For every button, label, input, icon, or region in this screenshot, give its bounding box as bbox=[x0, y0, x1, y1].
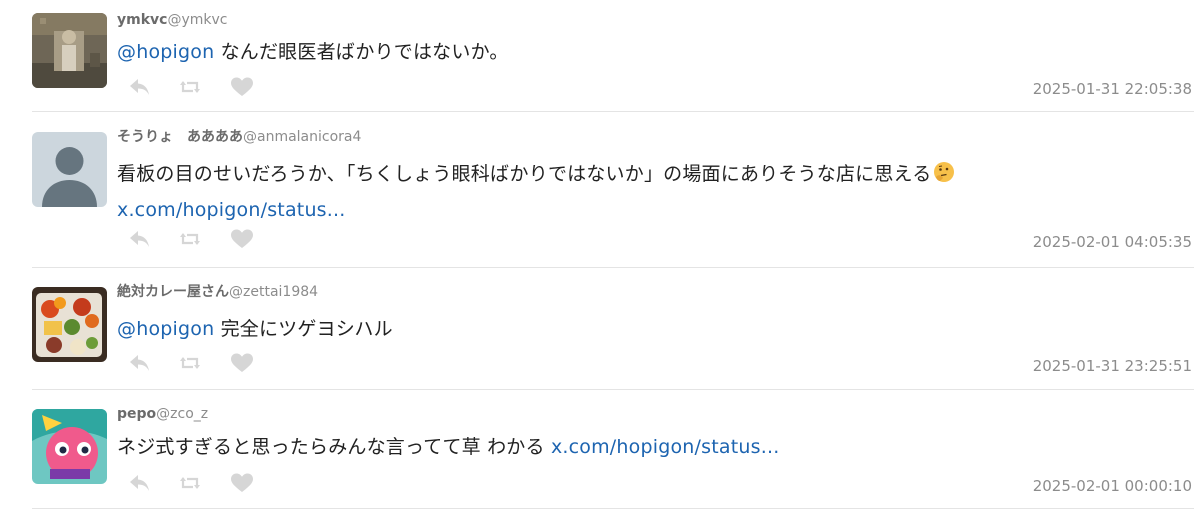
tweet-item: ymkvc@ymkvc @hopigon なんだ眼医者ばかりではないか。 202… bbox=[0, 0, 1200, 112]
tweet-item: そうりょ ああああ@anmalanicora4 看板の目のせいだろうか、「ちくし… bbox=[0, 112, 1200, 268]
retweet-icon bbox=[180, 357, 200, 369]
retweet-icon bbox=[180, 477, 200, 489]
tweet-body: ネジ式すぎると思ったらみんな言ってて草 わかる bbox=[117, 436, 551, 458]
reply-icon bbox=[130, 355, 149, 371]
avatar[interactable] bbox=[32, 13, 107, 88]
heart-icon bbox=[231, 353, 253, 372]
photo-avatar-icon bbox=[32, 13, 107, 88]
tweet-item: 絶対カレー屋さん@zettai1984 @hopigon 完全にツゲヨシハル 2… bbox=[0, 268, 1200, 390]
reply-icon bbox=[130, 231, 149, 247]
retweet-button[interactable] bbox=[178, 76, 204, 100]
timestamp[interactable]: 2025-02-01 04:05:35 bbox=[1033, 233, 1192, 251]
tweet-text: @hopigon 完全にツゲヨシハル bbox=[117, 315, 393, 343]
status-link[interactable]: x.com/hopigon/status... bbox=[551, 436, 780, 458]
status-link[interactable]: x.com/hopigon/status... bbox=[117, 199, 346, 221]
display-name[interactable]: 絶対カレー屋さん bbox=[117, 284, 229, 300]
character-avatar-icon bbox=[32, 409, 107, 484]
food-avatar-icon bbox=[32, 287, 107, 362]
reply-button[interactable] bbox=[128, 228, 154, 252]
display-name[interactable]: ymkvc bbox=[117, 12, 167, 28]
tweet-text: ネジ式すぎると思ったらみんな言ってて草 わかる x.com/hopigon/st… bbox=[117, 433, 779, 461]
display-name[interactable]: pepo bbox=[117, 406, 156, 422]
user-handle[interactable]: @anmalanicora4 bbox=[243, 129, 361, 145]
tweet-text: @hopigon なんだ眼医者ばかりではないか。 bbox=[117, 38, 509, 66]
user-line: そうりょ ああああ@anmalanicora4 bbox=[117, 128, 361, 146]
like-button[interactable] bbox=[230, 228, 256, 252]
retweet-button[interactable] bbox=[178, 472, 204, 496]
avatar[interactable] bbox=[32, 287, 107, 362]
mention-link[interactable]: @hopigon bbox=[117, 318, 214, 340]
divider bbox=[32, 508, 1194, 509]
reply-button[interactable] bbox=[128, 352, 154, 376]
tweet-item: pepo@zco_z ネジ式すぎると思ったらみんな言ってて草 わかる x.com… bbox=[0, 390, 1200, 511]
heart-icon bbox=[231, 229, 253, 248]
user-handle[interactable]: @zco_z bbox=[156, 406, 208, 422]
user-handle[interactable]: @zettai1984 bbox=[229, 284, 318, 300]
timestamp[interactable]: 2025-02-01 00:00:10 bbox=[1033, 477, 1192, 495]
tweet-text: 看板の目のせいだろうか、「ちくしょう眼科ばかりではないか」の場面にありそうな店に… bbox=[117, 160, 955, 191]
tweet-text-line2: x.com/hopigon/status... bbox=[117, 196, 346, 224]
mention-link[interactable]: @hopigon bbox=[117, 41, 214, 63]
thinking-face-icon bbox=[933, 161, 955, 191]
retweet-button[interactable] bbox=[178, 228, 204, 252]
timestamp[interactable]: 2025-01-31 23:25:51 bbox=[1033, 357, 1192, 375]
user-handle[interactable]: @ymkvc bbox=[167, 12, 227, 28]
avatar[interactable] bbox=[32, 132, 107, 207]
like-button[interactable] bbox=[230, 76, 256, 100]
retweet-button[interactable] bbox=[178, 352, 204, 376]
retweet-icon bbox=[180, 233, 200, 245]
user-line: 絶対カレー屋さん@zettai1984 bbox=[117, 283, 318, 301]
retweet-icon bbox=[180, 81, 200, 93]
default-avatar-icon bbox=[32, 132, 107, 207]
heart-icon bbox=[231, 77, 253, 96]
reply-button[interactable] bbox=[128, 76, 154, 100]
display-name[interactable]: そうりょ ああああ bbox=[117, 129, 243, 145]
tweet-body: 看板の目のせいだろうか、「ちくしょう眼科ばかりではないか」の場面にありそうな店に… bbox=[117, 163, 932, 185]
avatar[interactable] bbox=[32, 409, 107, 484]
user-line: pepo@zco_z bbox=[117, 405, 208, 423]
user-line: ymkvc@ymkvc bbox=[117, 11, 227, 29]
heart-icon bbox=[231, 473, 253, 492]
reply-icon bbox=[130, 475, 149, 491]
tweet-body: 完全にツゲヨシハル bbox=[214, 318, 393, 340]
like-button[interactable] bbox=[230, 352, 256, 376]
like-button[interactable] bbox=[230, 472, 256, 496]
reply-button[interactable] bbox=[128, 472, 154, 496]
reply-icon bbox=[130, 79, 149, 95]
timestamp[interactable]: 2025-01-31 22:05:38 bbox=[1033, 80, 1192, 98]
tweet-body: なんだ眼医者ばかりではないか。 bbox=[214, 41, 509, 63]
